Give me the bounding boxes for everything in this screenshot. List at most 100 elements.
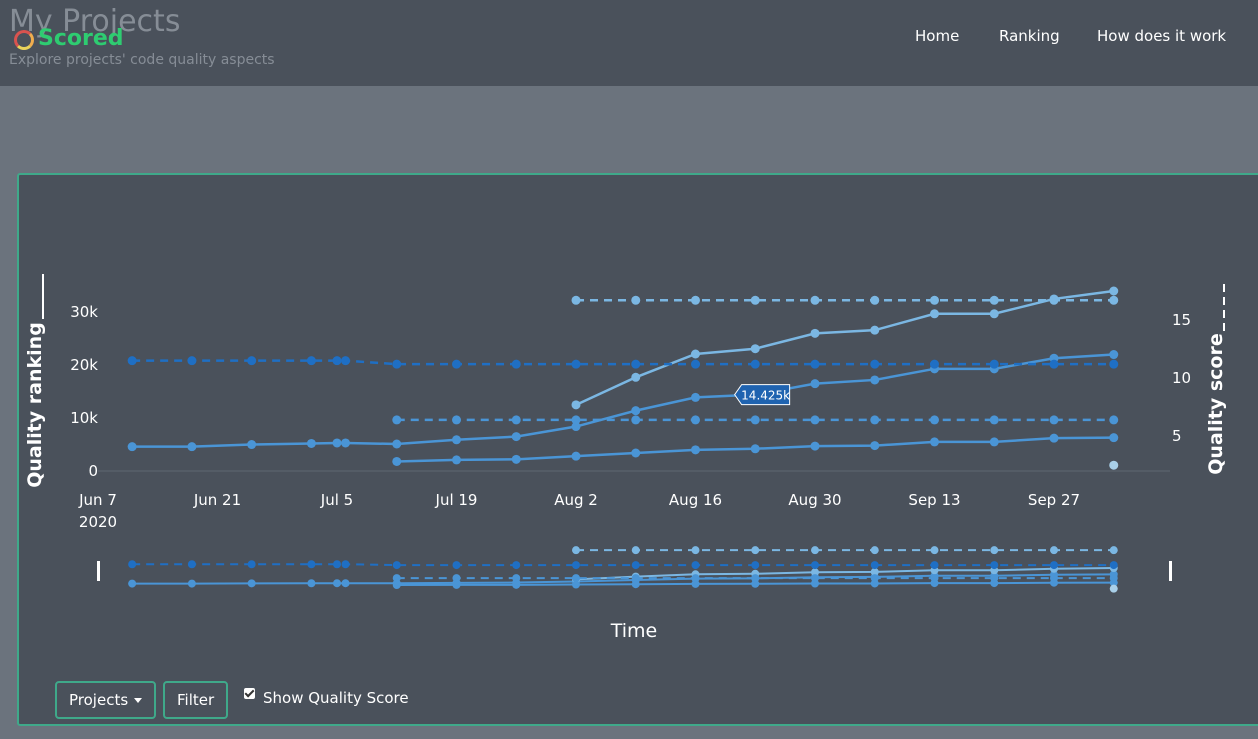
range-slider-point xyxy=(990,574,999,583)
series-2 xyxy=(571,286,1119,410)
series-point xyxy=(1109,460,1119,470)
range-slider-point xyxy=(930,546,939,555)
range-slider-point xyxy=(452,561,461,570)
x-tick-label: Jun 21 xyxy=(193,491,241,509)
range-slider-point xyxy=(691,546,700,555)
series-point xyxy=(989,359,999,369)
series-point xyxy=(571,295,581,305)
filter-button[interactable]: Filter xyxy=(163,681,229,719)
range-slider-point xyxy=(341,579,350,588)
range-slider-series-6 xyxy=(572,546,1118,555)
series-point xyxy=(332,438,342,448)
series-point xyxy=(392,359,402,369)
series-point xyxy=(306,438,316,448)
series-point xyxy=(341,438,351,448)
series-point xyxy=(571,400,581,410)
series-point xyxy=(870,325,880,335)
y-left-tick-label: 10k xyxy=(70,409,98,427)
range-slider-point xyxy=(631,561,640,570)
y-right-tick-label: 15 xyxy=(1172,311,1191,329)
series-point xyxy=(631,448,641,458)
series-point xyxy=(452,415,461,425)
series-5 xyxy=(392,415,1119,425)
x-tick-label: Aug 2 xyxy=(554,491,598,509)
series-point xyxy=(691,359,700,369)
series-point xyxy=(930,295,939,305)
projects-dropdown-button[interactable]: Projects xyxy=(55,681,157,719)
series-line xyxy=(132,353,1114,448)
series-line xyxy=(132,359,1114,366)
y-left-tick-label: 30k xyxy=(70,303,98,321)
series-point xyxy=(691,392,700,402)
series-point xyxy=(810,379,820,389)
range-slider-point xyxy=(1050,574,1058,583)
series-point xyxy=(392,415,402,425)
y-right-axis-title: Quality score xyxy=(1205,333,1227,475)
show-quality-score-label: Show Quality Score xyxy=(263,689,409,707)
x-tick-label: Jul 19 xyxy=(435,491,478,509)
series-line xyxy=(575,289,1114,406)
series-point xyxy=(452,435,461,445)
series-point xyxy=(691,295,700,305)
series-point xyxy=(392,439,402,449)
range-slider-point xyxy=(572,561,580,570)
series-point xyxy=(631,415,641,425)
series-point xyxy=(1049,415,1059,425)
series-point xyxy=(511,454,521,464)
series-point xyxy=(989,309,999,319)
series-point xyxy=(810,328,820,338)
series-point xyxy=(511,415,521,425)
range-slider-point xyxy=(187,579,196,588)
series-point xyxy=(930,359,939,369)
series-point xyxy=(247,440,257,450)
range-slider-point xyxy=(341,560,350,569)
series-point xyxy=(127,442,137,452)
range-slider-point xyxy=(751,561,760,570)
series-point xyxy=(247,356,257,366)
range-slider-point xyxy=(811,546,819,555)
range-slider-point xyxy=(392,574,401,583)
range-slider-point xyxy=(930,574,939,583)
range-slider-point xyxy=(572,546,580,555)
series-point xyxy=(187,356,197,366)
show-quality-score-checkbox[interactable] xyxy=(244,688,255,699)
series-point xyxy=(930,437,939,447)
range-slider-point xyxy=(572,574,580,583)
tooltip-value: 14.425k xyxy=(741,389,790,403)
series-4 xyxy=(127,356,1119,369)
series-point xyxy=(750,415,760,425)
range-slider-point xyxy=(512,574,521,583)
series-point xyxy=(187,442,197,452)
range-slider-left-handle[interactable] xyxy=(97,561,100,581)
range-slider-point xyxy=(1050,546,1058,555)
x-axis-title: Time xyxy=(610,620,658,642)
series-point xyxy=(870,415,880,425)
range-slider-point xyxy=(128,560,137,569)
tooltip: 14.425k xyxy=(734,384,790,406)
range-slider-point xyxy=(1109,584,1118,593)
series-point xyxy=(571,451,581,461)
range-slider-point xyxy=(392,581,401,590)
series-point xyxy=(631,359,641,369)
series-point xyxy=(631,295,641,305)
series-point xyxy=(989,437,999,447)
range-slider-point xyxy=(870,546,879,555)
series-point xyxy=(306,356,316,366)
series-point xyxy=(1109,415,1119,425)
range-slider-point xyxy=(930,561,939,570)
chart-svg: 0 10k 20k 30k 5 10 15 Jun 7 2020 Jun 21 Jul 5 Jul 1… xyxy=(24,274,1227,642)
series-point xyxy=(1049,359,1059,369)
range-slider-point xyxy=(247,560,256,569)
caret-down-icon xyxy=(134,698,143,703)
range-slider-right-handle[interactable] xyxy=(1169,561,1172,581)
series-point xyxy=(989,415,999,425)
series-point xyxy=(1109,359,1119,369)
series-point xyxy=(332,356,342,366)
series-point xyxy=(511,432,521,442)
y-right-tick-label: 5 xyxy=(1172,427,1182,445)
series-point xyxy=(511,359,521,369)
range-slider-point xyxy=(870,561,879,570)
range-slider-series-4 xyxy=(128,560,1118,570)
range-slider-point xyxy=(631,574,640,583)
series-point xyxy=(930,415,939,425)
